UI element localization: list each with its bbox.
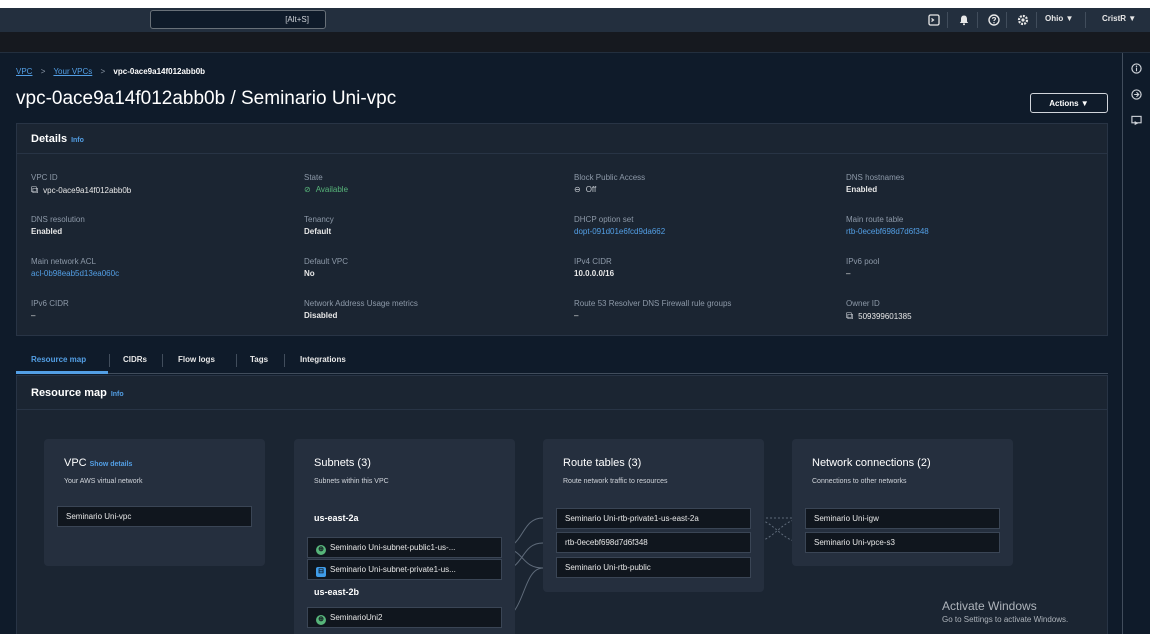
subnet-item[interactable]: ⊕ SeminarioUni2 <box>307 607 502 628</box>
subnets-card-title: Subnets (3) <box>314 457 371 469</box>
route-tables-card-subtitle: Route network traffic to resources <box>563 478 668 485</box>
vpc-card: VPC Show details Your AWS virtual network… <box>44 439 265 566</box>
route-tables-card: Route tables (3) Route network traffic t… <box>543 439 764 592</box>
network-connection-item[interactable]: Seminario Uni-igw <box>805 508 1000 529</box>
windows-activation-watermark: Activate Windows Go to Settings to activ… <box>942 599 1068 624</box>
public-subnet-icon: ⊕ <box>316 545 326 555</box>
availability-zone-label: us-east-2b <box>314 587 360 597</box>
network-connection-item[interactable]: Seminario Uni-vpce-s3 <box>805 532 1000 553</box>
route-table-item[interactable]: rtb-0ecebf698d7d6f348 <box>556 532 751 553</box>
watermark-title: Activate Windows <box>942 599 1037 613</box>
subnet-item[interactable]: ⊟ Seminario Uni-subnet-private1-us... <box>307 559 502 580</box>
availability-zone-label: us-east-2a <box>314 513 359 523</box>
vpc-card-title: VPC Show details <box>64 457 133 469</box>
vpc-item[interactable]: Seminario Uni-vpc <box>57 506 252 527</box>
subnets-card: Subnets (3) Subnets within this VPC us-e… <box>294 439 515 634</box>
network-connections-card-title: Network connections (2) <box>812 457 931 469</box>
show-details-link[interactable]: Show details <box>90 461 133 468</box>
public-subnet-icon: ⊕ <box>316 615 326 625</box>
route-table-item[interactable]: Seminario Uni-rtb-public <box>556 557 751 578</box>
route-table-item[interactable]: Seminario Uni-rtb-private1-us-east-2a <box>556 508 751 529</box>
aws-console: [Alt+S] Ohio ▼ CristR ▼ VPC > Your VPCs … <box>0 8 1150 634</box>
subnets-card-subtitle: Subnets within this VPC <box>314 478 389 485</box>
network-connections-card-subtitle: Connections to other networks <box>812 478 907 485</box>
subnet-item[interactable]: ⊕ Seminario Uni-subnet-public1-us-... <box>307 537 502 558</box>
vpc-card-subtitle: Your AWS virtual network <box>64 478 143 485</box>
network-connections-card: Network connections (2) Connections to o… <box>792 439 1013 566</box>
route-tables-card-title: Route tables (3) <box>563 457 642 469</box>
private-subnet-icon: ⊟ <box>316 567 326 577</box>
watermark-subtitle: Go to Settings to activate Windows. <box>942 615 1069 624</box>
